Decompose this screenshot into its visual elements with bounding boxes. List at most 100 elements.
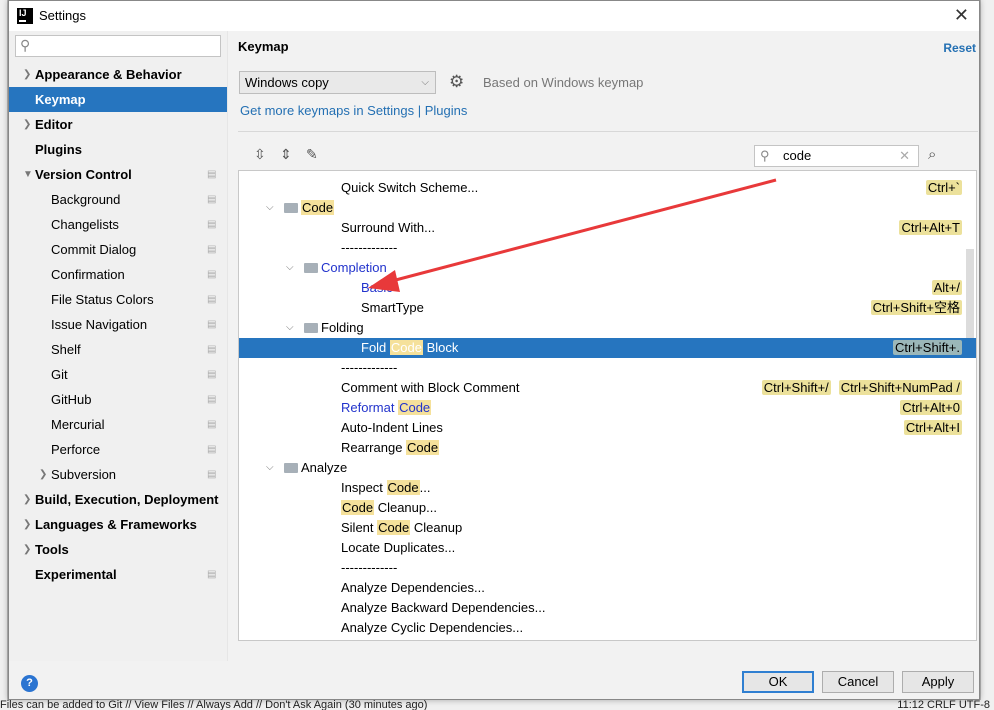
collapse-all-icon[interactable]: ⇕ <box>280 146 292 163</box>
chevron-right-icon[interactable]: ❯ <box>23 487 31 512</box>
keymap-panel: Keymap Reset Windows copy ⌵ ⚙ Based on Wi… <box>238 31 980 661</box>
tree-row[interactable]: Reformat Code Ctrl+Alt+0 <box>239 398 976 418</box>
tree-row[interactable]: Surround With... Ctrl+Alt+T <box>239 218 976 238</box>
name-part: Inspect <box>341 480 387 495</box>
sidebar-item-appearance-behavior[interactable]: ❯ Appearance & Behavior <box>9 62 227 87</box>
tree-row[interactable]: Quick Switch Scheme... Ctrl+` <box>239 178 976 198</box>
sidebar-item-keymap[interactable]: Keymap <box>9 87 227 112</box>
chevron-down-icon[interactable]: ⌵ <box>286 318 294 338</box>
tree-row[interactable]: ⌵ Completion <box>239 258 976 278</box>
sidebar-item-commit-dialog[interactable]: Commit Dialog ▤ <box>9 237 227 262</box>
tree-row[interactable]: Comment with Block Comment Ctrl+Shift+/Ct… <box>239 378 976 398</box>
sidebar-item-version-control[interactable]: ▼ Version Control ▤ <box>9 162 227 187</box>
chevron-right-icon[interactable]: ❯ <box>23 62 31 87</box>
tree-row[interactable]: Code Cleanup... <box>239 498 976 518</box>
sidebar-item-mercurial[interactable]: Mercurial ▤ <box>9 412 227 437</box>
sidebar-item-file-status-colors[interactable]: File Status Colors ▤ <box>9 287 227 312</box>
find-by-shortcut-icon[interactable]: ⌕ <box>928 146 936 163</box>
chevron-down-icon[interactable]: ▼ <box>23 162 33 187</box>
name-part: Folding <box>321 320 364 335</box>
sidebar-item-label: Plugins <box>35 142 82 157</box>
action-search-input[interactable]: ⚲ code ✕ <box>754 145 919 167</box>
tree-row[interactable]: ⌵ Analyze <box>239 458 976 478</box>
chevron-down-icon[interactable]: ⌵ <box>286 258 294 278</box>
sidebar-item-build-execution-deployment[interactable]: ❯ Build, Execution, Deployment <box>9 487 227 512</box>
pencil-icon[interactable]: ✎ <box>306 146 318 163</box>
sidebar-item-tools[interactable]: ❯ Tools <box>9 537 227 562</box>
name-part: ... <box>419 480 431 495</box>
tree-row[interactable]: SmartType Ctrl+Shift+空格 <box>239 298 976 318</box>
expand-all-icon[interactable]: ⇳ <box>254 146 266 163</box>
sidebar-item-subversion[interactable]: ❯ Subversion ▤ <box>9 462 227 487</box>
tree-row[interactable]: Analyze Backward Dependencies... <box>239 598 976 618</box>
tree-row[interactable]: ------------- <box>239 558 976 578</box>
name-part: Analyze <box>301 460 348 475</box>
tree-row[interactable]: Inspect Code... <box>239 478 976 498</box>
action-name: Fold Code Block <box>361 338 458 358</box>
tree-row[interactable]: Fold Code Block Ctrl+Shift+. <box>239 338 976 358</box>
chevron-right-icon[interactable]: ❯ <box>39 462 47 487</box>
help-button[interactable]: ? <box>21 675 38 692</box>
reset-link[interactable]: Reset <box>943 41 976 55</box>
action-name: Quick Switch Scheme... <box>341 178 478 198</box>
cancel-button[interactable]: Cancel <box>822 671 894 693</box>
sidebar-item-label: Version Control <box>35 167 132 182</box>
sidebar-item-label: Editor <box>35 117 73 132</box>
action-name: Analyze <box>301 458 347 478</box>
chevron-right-icon[interactable]: ❯ <box>23 112 31 137</box>
tree-row[interactable]: ⌵ Folding <box>239 318 976 338</box>
sidebar-item-issue-navigation[interactable]: Issue Navigation ▤ <box>9 312 227 337</box>
clear-icon[interactable]: ✕ <box>899 146 910 166</box>
tree-row[interactable]: Basic Alt+/ <box>239 278 976 298</box>
search-value: code <box>783 148 812 163</box>
tree-row[interactable]: ⌵ Code <box>239 198 976 218</box>
tree-row[interactable]: Silent Code Cleanup <box>239 518 976 538</box>
project-level-icon: ▤ <box>207 344 217 355</box>
chevron-down-icon[interactable]: ⌵ <box>266 198 274 218</box>
action-name: Locate Duplicates... <box>341 538 455 558</box>
status-message[interactable]: Files can be added to Git // View Files … <box>0 700 427 710</box>
apply-button[interactable]: Apply <box>902 671 974 693</box>
sidebar-item-background[interactable]: Background ▤ <box>9 187 227 212</box>
ok-button[interactable]: OK <box>742 671 814 693</box>
sidebar-item-git[interactable]: Git ▤ <box>9 362 227 387</box>
sidebar-item-editor[interactable]: ❯ Editor <box>9 112 227 137</box>
project-level-icon: ▤ <box>207 319 217 330</box>
settings-dialog: IJ Settings ✕ ⚲ ❯ Appearance & Behavior Ke… <box>8 0 980 700</box>
close-icon[interactable]: ✕ <box>954 5 969 26</box>
tree-row[interactable]: Auto-Indent Lines Ctrl+Alt+I <box>239 418 976 438</box>
sidebar-item-confirmation[interactable]: Confirmation ▤ <box>9 262 227 287</box>
tree-row[interactable]: ------------- <box>239 238 976 258</box>
gear-icon[interactable]: ⚙ <box>449 72 464 92</box>
name-part: Cleanup <box>410 520 463 535</box>
ide-background-left <box>0 0 8 700</box>
tree-row[interactable]: Locate Duplicates... <box>239 538 976 558</box>
sidebar-item-github[interactable]: GitHub ▤ <box>9 387 227 412</box>
project-level-icon: ▤ <box>207 244 217 255</box>
tree-row[interactable]: Analyze Dependencies... <box>239 578 976 598</box>
chevron-right-icon[interactable]: ❯ <box>23 537 31 562</box>
search-match: Code <box>377 520 411 535</box>
sidebar-item-perforce[interactable]: Perforce ▤ <box>9 437 227 462</box>
keymap-select[interactable]: Windows copy ⌵ <box>239 71 436 94</box>
project-level-icon: ▤ <box>207 419 217 430</box>
tree-row[interactable]: Rearrange Code <box>239 438 976 458</box>
tree-row[interactable]: ------------- <box>239 358 976 378</box>
name-part: Fold <box>361 340 390 355</box>
sidebar-item-changelists[interactable]: Changelists ▤ <box>9 212 227 237</box>
tree-row[interactable]: Analyze Cyclic Dependencies... <box>239 618 976 638</box>
folder-icon <box>304 323 318 333</box>
sidebar-item-languages-frameworks[interactable]: ❯ Languages & Frameworks <box>9 512 227 537</box>
action-name: Reformat Code <box>341 398 432 418</box>
sidebar-item-experimental[interactable]: Experimental ▤ <box>9 562 227 587</box>
sidebar-item-shelf[interactable]: Shelf ▤ <box>9 337 227 362</box>
settings-search-input[interactable]: ⚲ <box>15 35 221 57</box>
action-name: Auto-Indent Lines <box>341 418 443 438</box>
action-name: Analyze Cyclic Dependencies... <box>341 618 523 638</box>
shortcut-list: Ctrl+` <box>918 180 962 196</box>
sidebar-item-plugins[interactable]: Plugins <box>9 137 227 162</box>
sidebar-item-label: Subversion <box>51 467 117 482</box>
get-more-keymaps-link[interactable]: Get more keymaps in Settings | Plugins <box>240 103 467 118</box>
chevron-down-icon[interactable]: ⌵ <box>266 458 274 478</box>
chevron-right-icon[interactable]: ❯ <box>23 512 31 537</box>
